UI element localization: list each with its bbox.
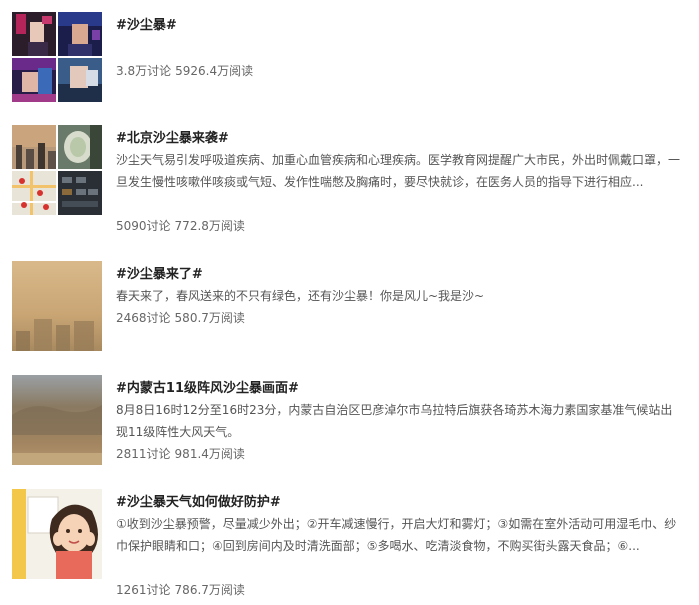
topic-item[interactable]: #北京沙尘暴来袭# 沙尘天气易引发呼吸道疾病、加重心血管疾病和心理疾病。医学教育… — [0, 125, 699, 237]
topic-item[interactable]: #内蒙古11级阵风沙尘暴画面# 8月8日16时12分至16时23分，内蒙古自治区… — [0, 375, 699, 487]
topic-thumbnail[interactable] — [12, 375, 102, 465]
topic-thumbnail[interactable] — [12, 12, 102, 102]
topic-stats: 2468讨论 580.7万阅读 — [116, 309, 245, 326]
topic-description: 8月8日16时12分至16时23分，内蒙古自治区巴彦淖尔市乌拉特后旗获各琦苏木海… — [116, 403, 673, 439]
read-count: 786.7万阅读 — [174, 583, 245, 597]
discussion-count: 3.8万讨论 — [116, 64, 172, 78]
topic-title[interactable]: #内蒙古11级阵风沙尘暴画面# — [116, 377, 299, 396]
thumbnail-image — [58, 125, 102, 169]
thumbnail-image — [12, 12, 56, 56]
thumbnail-image — [12, 489, 102, 579]
topic-description: 春天来了，春风送来的不只有绿色，还有沙尘暴！你是风儿~我是沙~ — [116, 289, 485, 303]
read-count: 5926.4万阅读 — [175, 64, 254, 78]
topic-title[interactable]: #沙尘暴天气如何做好防护# — [116, 491, 281, 510]
topic-item[interactable]: #沙尘暴来了# 春天来了，春风送来的不只有绿色，还有沙尘暴！你是风儿~我是沙~ … — [0, 261, 699, 373]
thumbnail-image — [12, 375, 102, 465]
topic-item[interactable]: #沙尘暴# 3.8万讨论 5926.4万阅读 — [0, 12, 699, 124]
topic-stats: 5090讨论 772.8万阅读 — [116, 217, 245, 234]
topic-title[interactable]: #沙尘暴# — [116, 14, 177, 33]
discussion-count: 2811讨论 — [116, 447, 171, 461]
topic-thumbnail[interactable] — [12, 125, 102, 215]
topic-item[interactable]: #沙尘暴天气如何做好防护# ①收到沙尘暴预警，尽量减少外出；②开车减速慢行，开启… — [0, 489, 699, 601]
topic-stats: 2811讨论 981.4万阅读 — [116, 445, 245, 462]
topic-thumbnail[interactable] — [12, 261, 102, 351]
discussion-count: 2468讨论 — [116, 311, 171, 325]
topic-title[interactable]: #沙尘暴来了# — [116, 263, 203, 282]
topic-stats: 1261讨论 786.7万阅读 — [116, 581, 245, 598]
thumbnail-image — [12, 261, 102, 351]
topic-thumbnail[interactable] — [12, 489, 102, 579]
thumbnail-image — [58, 58, 102, 102]
read-count: 772.8万阅读 — [174, 219, 245, 233]
thumbnail-image — [58, 12, 102, 56]
read-count: 981.4万阅读 — [174, 447, 245, 461]
thumbnail-image — [12, 125, 56, 169]
topic-title[interactable]: #北京沙尘暴来袭# — [116, 127, 229, 146]
thumbnail-image — [12, 58, 56, 102]
topic-description: ①收到沙尘暴预警，尽量减少外出；②开车减速慢行，开启大灯和雾灯；③如需在室外活动… — [116, 517, 677, 553]
read-count: 580.7万阅读 — [174, 311, 245, 325]
thumbnail-image — [58, 171, 102, 215]
discussion-count: 5090讨论 — [116, 219, 171, 233]
thumbnail-image — [12, 171, 56, 215]
discussion-count: 1261讨论 — [116, 583, 171, 597]
topic-stats: 3.8万讨论 5926.4万阅读 — [116, 62, 253, 79]
topic-description: 沙尘天气易引发呼吸道疾病、加重心血管疾病和心理疾病。医学教育网提醒广大市民，外出… — [116, 153, 681, 189]
